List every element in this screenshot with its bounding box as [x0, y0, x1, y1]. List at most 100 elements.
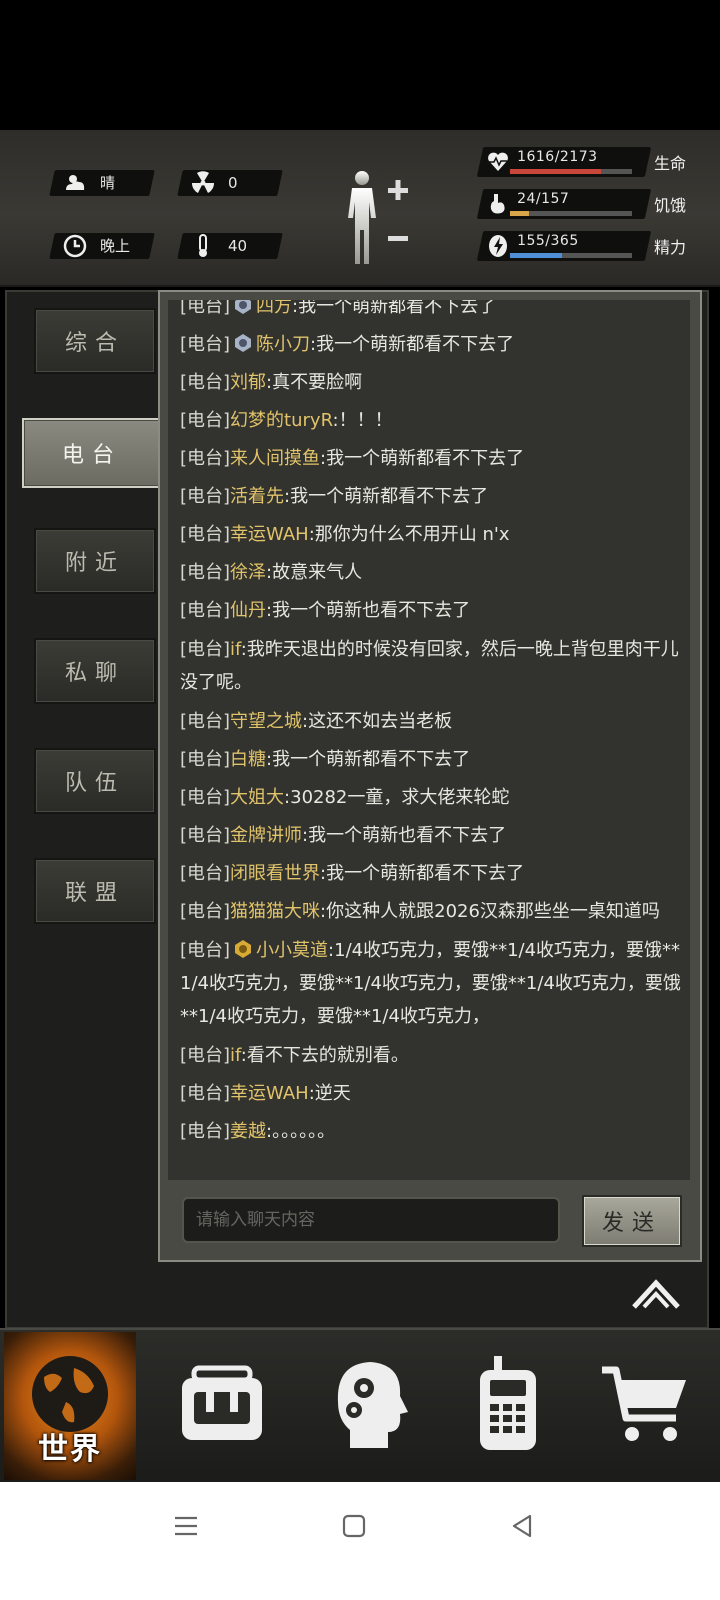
rank-badge-icon: [235, 334, 252, 352]
rank-badge-icon: [235, 940, 252, 958]
chat-message: [电台] 陈小刀:我一个萌新都看不下去了: [180, 326, 685, 364]
hunger-label: 饥饿: [654, 196, 687, 215]
channel-tag: [电台]: [180, 524, 231, 545]
channel-tag: [电台]: [180, 562, 231, 583]
message-text: :我一个萌新都看不下去了: [292, 300, 497, 317]
send-button[interactable]: 发送: [582, 1195, 682, 1247]
message-text: :那你为什么不用开山 n'x: [308, 524, 510, 545]
message-text: :逆天: [308, 1083, 351, 1104]
sender-name[interactable]: 四方: [256, 300, 292, 317]
menu-icon[interactable]: [172, 1512, 200, 1540]
weather-chip: 晴: [49, 170, 155, 196]
sender-name[interactable]: if: [230, 1045, 241, 1066]
energy-icon: [486, 233, 510, 259]
weather-label: 晴: [100, 174, 116, 192]
skills-head-icon[interactable]: [318, 1352, 418, 1452]
tab-nearby[interactable]: 附近: [34, 528, 156, 594]
home-icon[interactable]: [340, 1512, 368, 1540]
chat-message: [电台] 四方:我一个萌新都看不下去了: [180, 300, 685, 326]
message-text: :故意来气人: [266, 562, 363, 583]
chat-message: [电台]猫猫猫大咪:你这种人就跟2026汉森那些坐一桌知道吗: [180, 893, 685, 931]
channel-tag: [电台]: [180, 901, 231, 922]
channel-tag: [电台]: [180, 300, 231, 317]
sender-name[interactable]: 活着先: [230, 486, 284, 507]
heart-pulse-icon: [486, 149, 510, 175]
sender-name[interactable]: 大姐大: [230, 787, 284, 808]
chat-message: [电台]姜越:。。。。。。: [180, 1113, 685, 1151]
sender-name[interactable]: 白糖: [230, 749, 266, 770]
time-of-day-label: 晚上: [100, 237, 131, 255]
channel-tag: [电台]: [180, 787, 231, 808]
collapse-chevron-icon[interactable]: [630, 1277, 682, 1313]
message-text: :我一个萌新都看不下去了: [284, 486, 489, 507]
health-value: 1616/2173: [517, 149, 598, 165]
sender-name[interactable]: 闭眼看世界: [230, 863, 320, 884]
chat-message: [电台]活着先:我一个萌新都看不下去了: [180, 478, 685, 516]
chat-message: [电台]徐泽:故意来气人: [180, 554, 685, 592]
message-text: :我一个萌新也看不下去了: [302, 825, 507, 846]
channel-tag: [电台]: [180, 940, 231, 961]
backpack-icon[interactable]: [172, 1352, 272, 1452]
message-text: :我一个萌新都看不下去了: [320, 863, 525, 884]
clock-icon: [62, 233, 88, 259]
back-icon[interactable]: [508, 1512, 536, 1540]
sender-name[interactable]: 来人间摸鱼: [230, 448, 320, 469]
chat-message: [电台]if:看不下去的就别看。: [180, 1037, 685, 1075]
radiation-value: 0: [228, 174, 238, 192]
message-text: :30282一童，求大佬来轮蛇: [284, 787, 510, 808]
sender-name[interactable]: 幸运WAH: [230, 524, 309, 545]
sender-name[interactable]: 猫猫猫大咪: [230, 901, 320, 922]
chat-message: [电台]大姐大:30282一童，求大佬来轮蛇: [180, 779, 685, 817]
message-text: :我一个萌新都看不下去了: [310, 334, 515, 355]
chat-message: [电台]金牌讲师:我一个萌新也看不下去了: [180, 817, 685, 855]
channel-tag: [电台]: [180, 863, 231, 884]
tab-private[interactable]: 私聊: [34, 638, 156, 704]
sender-name[interactable]: 小小莫道: [256, 940, 328, 961]
time-chip: 晚上: [49, 233, 155, 259]
shopping-cart-icon[interactable]: [596, 1352, 696, 1452]
chat-message: [电台]守望之城:这还不如去当老板: [180, 703, 685, 741]
message-text: :我一个萌新也看不下去了: [266, 600, 471, 621]
sender-name[interactable]: 金牌讲师: [230, 825, 302, 846]
channel-tag: [电台]: [180, 639, 231, 660]
channel-tag: [电台]: [180, 825, 231, 846]
nav-world-label: 世界: [38, 1432, 102, 1467]
sender-name[interactable]: 幸运WAH: [230, 1083, 309, 1104]
sender-name[interactable]: 守望之城: [230, 711, 302, 732]
radiation-chip: 0: [177, 170, 283, 196]
sender-name[interactable]: 陈小刀: [256, 334, 310, 355]
channel-tag: [电台]: [180, 711, 231, 732]
energy-bar: 155/365: [476, 231, 652, 261]
radio-icon[interactable]: [458, 1352, 558, 1452]
sender-name[interactable]: if: [230, 639, 241, 660]
health-fill: [509, 169, 601, 174]
sender-name[interactable]: 刘郁: [230, 372, 266, 393]
sender-name[interactable]: 仙丹: [230, 600, 266, 621]
chat-message: [电台]来人间摸鱼:我一个萌新都看不下去了: [180, 440, 685, 478]
tab-general[interactable]: 综合: [34, 308, 156, 374]
sender-name[interactable]: 姜越: [230, 1121, 266, 1142]
tab-team[interactable]: 队伍: [34, 748, 156, 814]
chat-message: [电台] 小小莫道:1/4收巧克力，要饿**1/4收巧克力，要饿**1/4收巧克力…: [180, 931, 685, 1037]
body-status-icon[interactable]: [340, 168, 420, 268]
hunger-fill: [509, 211, 529, 216]
sender-name[interactable]: 徐泽: [230, 562, 266, 583]
chat-message: [电台]白糖:我一个萌新都看不下去了: [180, 741, 685, 779]
message-text: :我一个萌新都看不下去了: [320, 448, 525, 469]
tab-radio[interactable]: 电台: [22, 418, 162, 488]
channel-tag: [电台]: [180, 1121, 231, 1142]
thermometer-icon: [190, 233, 216, 259]
energy-fill: [509, 253, 562, 258]
sender-name[interactable]: 幻梦的turyR: [230, 410, 332, 431]
channel-tag: [电台]: [180, 410, 231, 431]
channel-tag: [电台]: [180, 1045, 231, 1066]
chat-message: [电台]幸运WAH:逆天: [180, 1075, 685, 1113]
channel-tag: [电台]: [180, 749, 231, 770]
cloud-sun-icon: [62, 170, 88, 196]
chat-message: [电台]幸运WAH:那你为什么不用开山 n'x: [180, 516, 685, 554]
tab-alliance[interactable]: 联盟: [34, 858, 156, 924]
chat-input[interactable]: 请输入聊天内容: [182, 1197, 560, 1243]
message-list[interactable]: [电台] 四方:我一个萌新都看不下去了 [电台] 陈小刀:我一个萌新都看不下去了 [电台…: [168, 300, 690, 1180]
hunger-bar: 24/157: [476, 189, 652, 219]
temperature-value: 40: [228, 237, 248, 255]
